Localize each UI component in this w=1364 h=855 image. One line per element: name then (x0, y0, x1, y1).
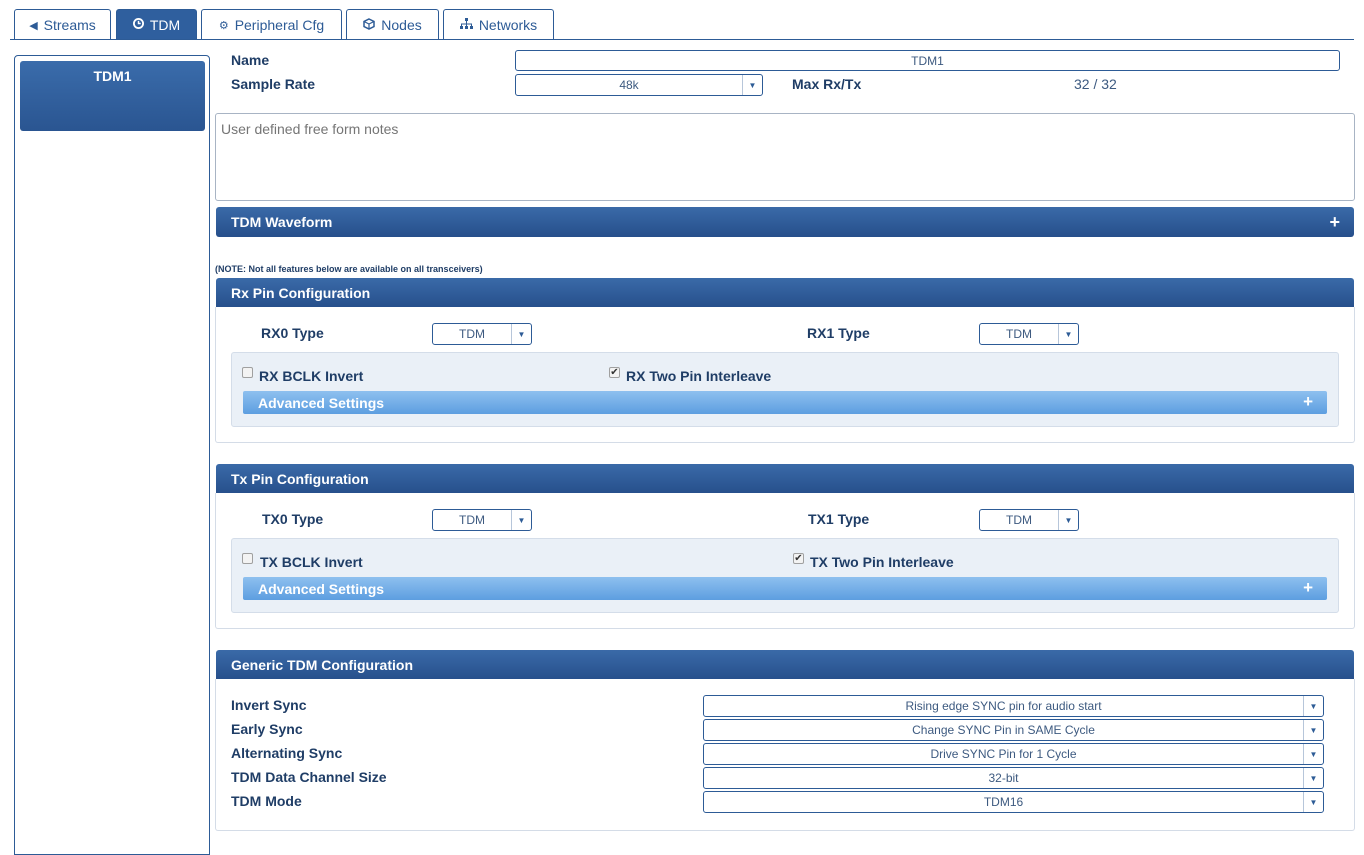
tx1-type-label: TX1 Type (808, 511, 870, 527)
tab-divider (10, 39, 1354, 40)
chevron-down-icon: ▼ (1303, 792, 1323, 812)
rx-options-box (231, 352, 1339, 427)
sidebar-item-label: TDM1 (93, 68, 132, 84)
notes-textarea[interactable] (215, 113, 1355, 201)
tx-advanced-settings-label: Advanced Settings (258, 580, 385, 597)
invert-sync-label: Invert Sync (231, 697, 307, 713)
gear-icon: ⚙ (218, 19, 229, 32)
chevron-down-icon: ▼ (511, 324, 531, 344)
chevron-down-icon: ▼ (742, 75, 762, 95)
cube-icon (363, 17, 376, 33)
alternating-sync-label: Alternating Sync (231, 745, 343, 761)
chevron-down-icon: ▼ (1303, 768, 1323, 788)
rx1-type-select[interactable]: TDM ▼ (979, 323, 1079, 345)
tab-label: Peripheral Cfg (234, 17, 325, 33)
plus-icon[interactable]: + (1303, 392, 1313, 412)
tx-options-box (231, 538, 1339, 613)
chevron-down-icon: ▼ (1303, 720, 1323, 740)
plus-icon[interactable]: + (1303, 578, 1313, 598)
rx0-type-label: RX0 Type (261, 325, 324, 341)
network-icon (459, 17, 473, 33)
alternating-sync-value: Drive SYNC Pin for 1 Cycle (930, 747, 1077, 761)
tab-label: Nodes (381, 17, 422, 33)
invert-sync-select[interactable]: Rising edge SYNC pin for audio start ▼ (703, 695, 1324, 717)
early-sync-select[interactable]: Change SYNC Pin in SAME Cycle ▼ (703, 719, 1324, 741)
tdm-data-channel-size-label: TDM Data Channel Size (231, 769, 387, 785)
tab-label: TDM (149, 17, 181, 33)
left-arrow-icon: ◀ (29, 19, 38, 32)
generic-tdm-config-header: Generic TDM Configuration (216, 650, 1354, 680)
chevron-down-icon: ▼ (1058, 324, 1078, 344)
early-sync-label: Early Sync (231, 721, 303, 737)
tx-bclk-invert-label: TX BCLK Invert (260, 554, 363, 570)
chevron-down-icon: ▼ (1058, 510, 1078, 530)
tdm-waveform-header[interactable]: TDM Waveform + (216, 207, 1354, 237)
tx0-type-value: TDM (459, 513, 485, 527)
tdm-mode-select[interactable]: TDM16 ▼ (703, 791, 1324, 813)
sidebar-item-tdm1[interactable]: TDM1 (20, 61, 205, 131)
rx-bclk-invert-checkbox[interactable] (242, 367, 253, 378)
early-sync-value: Change SYNC Pin in SAME Cycle (912, 723, 1095, 737)
tdm-mode-value: TDM16 (983, 795, 1024, 809)
generic-tdm-config-title: Generic TDM Configuration (231, 657, 413, 673)
tdm-data-channel-size-value: 32-bit (988, 771, 1019, 785)
features-note: (NOTE: Not all features below are availa… (215, 264, 483, 274)
invert-sync-value: Rising edge SYNC pin for audio start (905, 699, 1102, 713)
chevron-down-icon: ▼ (511, 510, 531, 530)
tx1-type-value: TDM (1006, 513, 1032, 527)
tx-two-pin-interleave-checkbox[interactable]: ✔ (793, 553, 804, 564)
rx-two-pin-interleave-label: RX Two Pin Interleave (626, 368, 772, 384)
sample-rate-select[interactable]: 48k ▼ (515, 74, 763, 96)
tdm-mode-label: TDM Mode (231, 793, 302, 809)
tab-peripheral-cfg[interactable]: ⚙ Peripheral Cfg (201, 9, 342, 40)
tab-label: Networks (478, 17, 538, 33)
rx-pin-config-header: Rx Pin Configuration (216, 278, 1354, 308)
tdm-data-channel-size-select[interactable]: 32-bit ▼ (703, 767, 1324, 789)
tab-streams[interactable]: ◀ Streams (14, 9, 111, 40)
tdm-waveform-title: TDM Waveform (231, 214, 333, 230)
rx-two-pin-interleave-checkbox[interactable]: ✔ (609, 367, 620, 378)
rx0-type-select[interactable]: TDM ▼ (432, 323, 532, 345)
tx0-type-select[interactable]: TDM ▼ (432, 509, 532, 531)
plus-icon[interactable]: + (1329, 212, 1340, 233)
rx-advanced-settings-label: Advanced Settings (258, 394, 385, 411)
sample-rate-value: 48k (619, 78, 639, 92)
name-label: Name (231, 52, 270, 68)
max-rxtx-label: Max Rx/Tx (792, 76, 862, 92)
rx1-type-label: RX1 Type (807, 325, 870, 341)
tx-advanced-settings-bar[interactable]: Advanced Settings + (243, 577, 1327, 600)
tab-tdm[interactable]: TDM (116, 9, 197, 40)
rx0-type-value: TDM (459, 327, 485, 341)
tx-pin-config-title: Tx Pin Configuration (231, 471, 369, 487)
rx-pin-config-title: Rx Pin Configuration (231, 285, 371, 301)
tab-networks[interactable]: Networks (443, 9, 554, 40)
chevron-down-icon: ▼ (1303, 744, 1323, 764)
rx1-type-value: TDM (1006, 327, 1032, 341)
max-rxtx-value: 32 / 32 (1074, 76, 1117, 92)
tx-two-pin-interleave-label: TX Two Pin Interleave (810, 554, 954, 570)
sample-rate-label: Sample Rate (231, 76, 316, 92)
clock-icon (132, 18, 144, 32)
rx-advanced-settings-bar[interactable]: Advanced Settings + (243, 391, 1327, 414)
tx1-type-select[interactable]: TDM ▼ (979, 509, 1079, 531)
sidebar: TDM1 (14, 55, 210, 855)
tab-nodes[interactable]: Nodes (346, 9, 439, 40)
name-input[interactable] (515, 50, 1340, 71)
alternating-sync-select[interactable]: Drive SYNC Pin for 1 Cycle ▼ (703, 743, 1324, 765)
tx0-type-label: TX0 Type (262, 511, 324, 527)
tab-bar: ◀ Streams TDM ⚙ Peripheral Cfg Nodes Net… (10, 8, 1354, 40)
tx-pin-config-header: Tx Pin Configuration (216, 464, 1354, 494)
rx-bclk-invert-label: RX BCLK Invert (259, 368, 364, 384)
chevron-down-icon: ▼ (1303, 696, 1323, 716)
tab-label: Streams (43, 17, 96, 33)
tx-bclk-invert-checkbox[interactable] (242, 553, 253, 564)
